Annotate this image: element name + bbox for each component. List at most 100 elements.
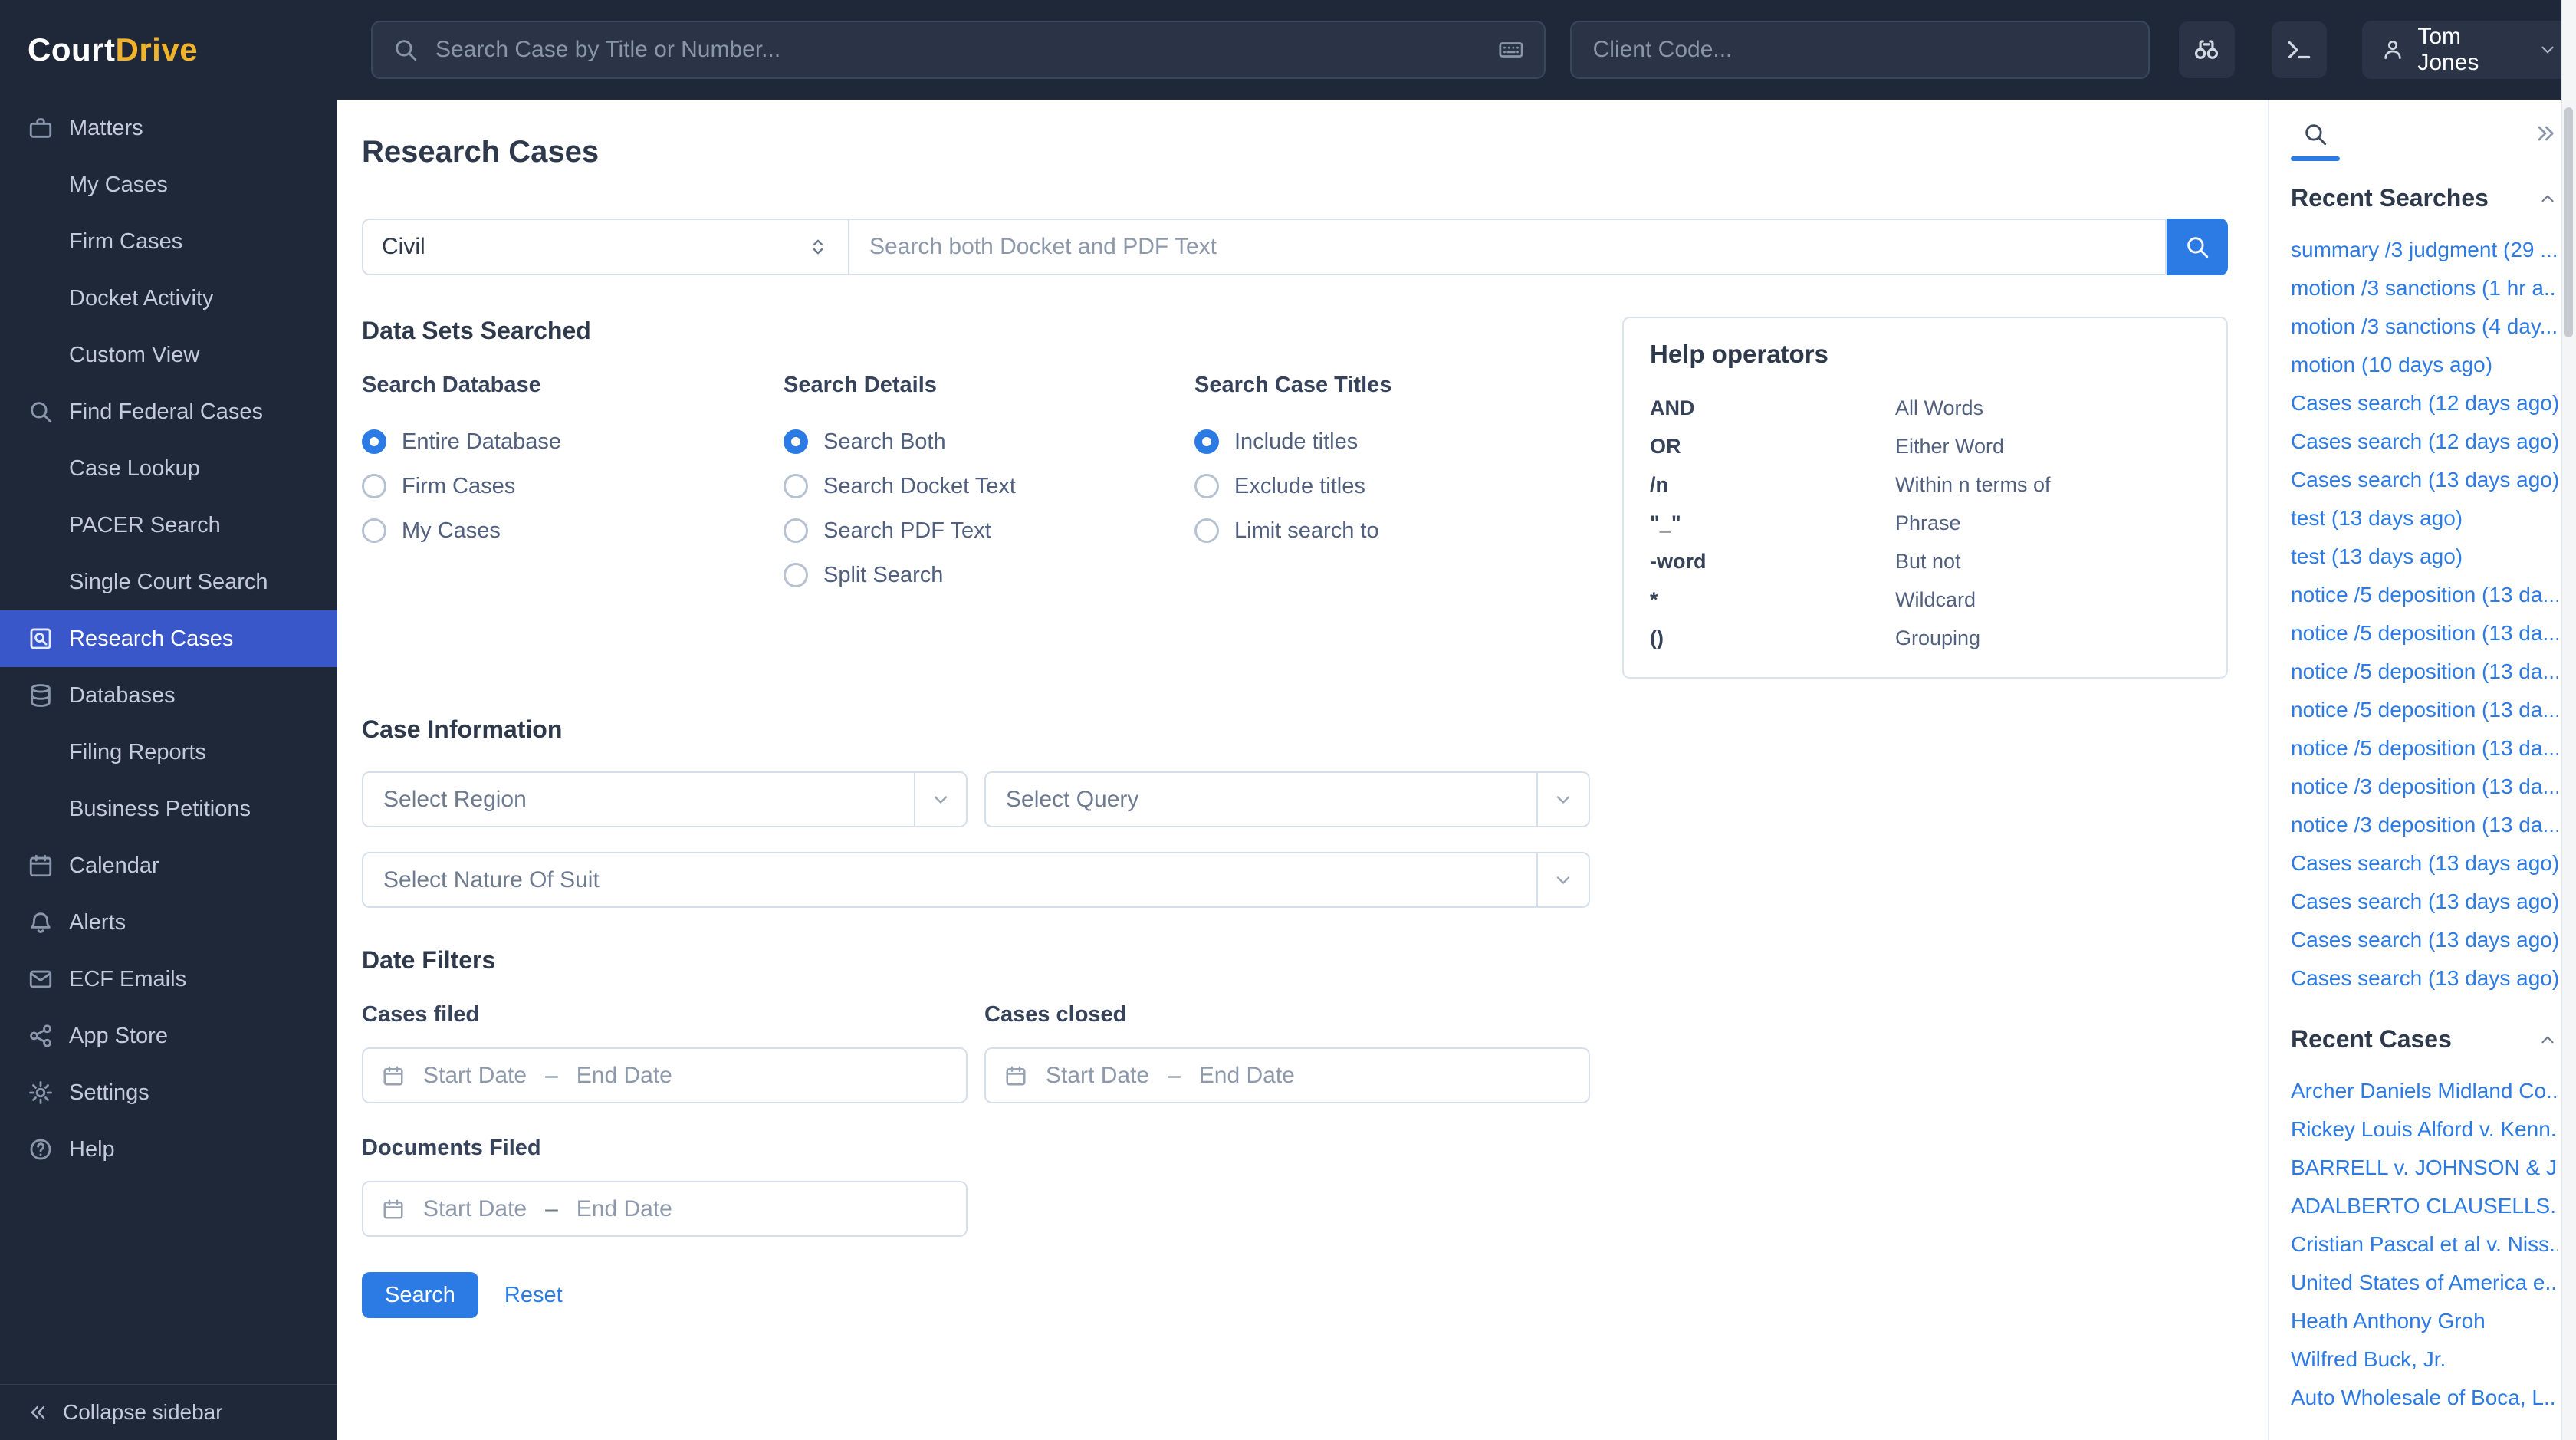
client-code-field[interactable] — [1569, 21, 2150, 79]
user-menu-button[interactable]: Tom Jones — [2362, 21, 2576, 79]
terminal-button[interactable] — [2271, 21, 2328, 78]
recent-case-link[interactable]: BARRELL v. JOHNSON & J... — [2291, 1149, 2558, 1187]
radio-option[interactable]: Entire Database — [362, 419, 784, 464]
radio-icon[interactable] — [784, 474, 808, 498]
sidebar-item[interactable]: Filing Reports — [0, 724, 337, 781]
radio-option[interactable]: Search Docket Text — [784, 464, 1194, 508]
recent-search-link[interactable]: Cases search (12 days ago) — [2291, 384, 2558, 422]
sidebar-item[interactable]: Single Court Search — [0, 554, 337, 610]
brand-logo[interactable]: CourtDrive — [0, 31, 365, 68]
recent-search-link[interactable]: Cases search (13 days ago) — [2291, 921, 2558, 959]
sidebar-item[interactable]: Find Federal Cases — [0, 383, 337, 440]
reset-link[interactable]: Reset — [504, 1283, 563, 1308]
recent-search-link[interactable]: notice /3 deposition (13 da... — [2291, 768, 2558, 806]
radio-option[interactable]: Limit search to — [1194, 508, 1524, 553]
recent-search-link[interactable]: notice /5 deposition (13 da... — [2291, 614, 2558, 653]
radio-icon[interactable] — [1194, 474, 1219, 498]
radio-option[interactable]: Split Search — [784, 553, 1194, 597]
sidebar-item[interactable]: Help — [0, 1121, 337, 1178]
client-code-input[interactable] — [1591, 36, 2129, 64]
recent-search-link[interactable]: Cases search (13 days ago) — [2291, 883, 2558, 921]
radio-icon[interactable] — [784, 429, 808, 454]
sidebar-item[interactable]: Settings — [0, 1064, 337, 1121]
recent-search-link[interactable]: notice /5 deposition (13 da... — [2291, 576, 2558, 614]
radio-option[interactable]: Firm Cases — [362, 464, 784, 508]
sidebar-item[interactable]: Matters — [0, 100, 337, 156]
sidebar-item[interactable]: My Cases — [0, 156, 337, 213]
sidebar-item[interactable]: Calendar — [0, 837, 337, 894]
sidebar-item[interactable]: Databases — [0, 667, 337, 724]
sidebar-item[interactable]: PACER Search — [0, 497, 337, 554]
global-case-search[interactable] — [371, 21, 1546, 79]
recent-case-link[interactable]: United States of America e... — [2291, 1264, 2558, 1302]
chevron-up-icon[interactable] — [2538, 189, 2558, 209]
recent-search-link[interactable]: Cases search (13 days ago) — [2291, 461, 2558, 499]
collapse-sidebar-button[interactable]: Collapse sidebar — [0, 1384, 337, 1440]
case-search-input[interactable] — [434, 36, 1483, 64]
recent-case-link[interactable]: Wilfred Buck, Jr. — [2291, 1340, 2558, 1379]
collapse-panel-button[interactable] — [2533, 121, 2558, 150]
sidebar-item[interactable]: Firm Cases — [0, 213, 337, 270]
recent-case-link[interactable]: Rickey Louis Alford v. Kenn... — [2291, 1110, 2558, 1149]
radio-icon[interactable] — [784, 518, 808, 543]
recent-search-link[interactable]: Cases search (12 days ago) — [2291, 422, 2558, 461]
recent-search-link[interactable]: notice /3 deposition (13 da... — [2291, 806, 2558, 844]
docket-pdf-search-input[interactable] — [849, 219, 2167, 275]
scrollbar-thumb[interactable] — [2564, 107, 2573, 337]
recent-search-tab[interactable] — [2291, 121, 2340, 161]
run-search-button[interactable] — [2167, 219, 2228, 275]
radio-option[interactable]: Include titles — [1194, 419, 1524, 464]
radio-icon[interactable] — [362, 474, 386, 498]
cases-closed-date-range[interactable]: Start Date – End Date — [984, 1047, 1590, 1103]
recent-case-link[interactable]: Cristian Pascal et al v. Niss... — [2291, 1225, 2558, 1264]
recent-search-link[interactable]: motion /3 sanctions (4 day... — [2291, 307, 2558, 346]
radio-icon[interactable] — [362, 429, 386, 454]
recent-search-link[interactable]: notice /5 deposition (13 da... — [2291, 691, 2558, 729]
recent-search-link[interactable]: Cases search (13 days ago) — [2291, 844, 2558, 883]
radio-option[interactable]: Exclude titles — [1194, 464, 1524, 508]
recent-search-link[interactable]: motion /3 sanctions (1 hr a... — [2291, 269, 2558, 307]
page-scrollbar[interactable] — [2561, 0, 2576, 1440]
recent-search-link[interactable]: summary /3 judgment (29 ... — [2291, 231, 2558, 269]
sidebar-item[interactable]: ECF Emails — [0, 951, 337, 1008]
recent-search-link[interactable]: motion (10 days ago) — [2291, 346, 2558, 384]
search-category-select[interactable]: Civil — [362, 219, 849, 275]
sidebar-item[interactable]: Alerts — [0, 894, 337, 951]
select-nature-of-suit[interactable]: Select Nature Of Suit — [362, 852, 1590, 908]
recent-search-link[interactable]: test (13 days ago) — [2291, 499, 2558, 538]
documents-filed-date-range[interactable]: Start Date – End Date — [362, 1181, 968, 1237]
chevron-up-icon[interactable] — [2538, 1030, 2558, 1050]
end-date-placeholder[interactable]: End Date — [577, 1196, 672, 1222]
recent-search-link[interactable]: Cases search (13 days ago) — [2291, 959, 2558, 998]
radio-option[interactable]: My Cases — [362, 508, 784, 553]
cases-filed-date-range[interactable]: Start Date – End Date — [362, 1047, 968, 1103]
sidebar-item[interactable]: App Store — [0, 1008, 337, 1064]
sidebar-item[interactable]: Research Cases — [0, 610, 337, 667]
recent-case-link[interactable]: Auto Wholesale of Boca, L... — [2291, 1379, 2558, 1417]
right-panel[interactable]: Recent Searches summary /3 judgment (29 … — [2268, 100, 2576, 1440]
recent-case-link[interactable]: ADALBERTO CLAUSELLS... — [2291, 1187, 2558, 1225]
recent-case-link[interactable]: Heath Anthony Groh — [2291, 1302, 2558, 1340]
end-date-placeholder[interactable]: End Date — [577, 1063, 672, 1089]
radio-icon[interactable] — [784, 563, 808, 587]
recent-search-link[interactable]: test (13 days ago) — [2291, 538, 2558, 576]
sidebar-item[interactable]: Docket Activity — [0, 270, 337, 327]
sidebar-item[interactable]: Case Lookup — [0, 440, 337, 497]
recent-case-link[interactable]: Archer Daniels Midland Co... — [2291, 1072, 2558, 1110]
radio-icon[interactable] — [1194, 429, 1219, 454]
radio-icon[interactable] — [362, 518, 386, 543]
radio-option[interactable]: Search Both — [784, 419, 1194, 464]
radio-icon[interactable] — [1194, 518, 1219, 543]
start-date-placeholder[interactable]: Start Date — [423, 1063, 527, 1089]
select-query[interactable]: Select Query — [984, 771, 1590, 827]
binoculars-button[interactable] — [2179, 21, 2235, 78]
recent-search-link[interactable]: notice /5 deposition (13 da... — [2291, 653, 2558, 691]
start-date-placeholder[interactable]: Start Date — [423, 1196, 527, 1222]
sidebar-item[interactable]: Business Petitions — [0, 781, 337, 837]
start-date-placeholder[interactable]: Start Date — [1046, 1063, 1149, 1089]
sidebar-item[interactable]: Custom View — [0, 327, 337, 383]
keyboard-icon[interactable] — [1498, 37, 1524, 63]
recent-search-link[interactable]: notice /5 deposition (13 da... — [2291, 729, 2558, 768]
search-button[interactable]: Search — [362, 1272, 478, 1318]
select-region[interactable]: Select Region — [362, 771, 968, 827]
